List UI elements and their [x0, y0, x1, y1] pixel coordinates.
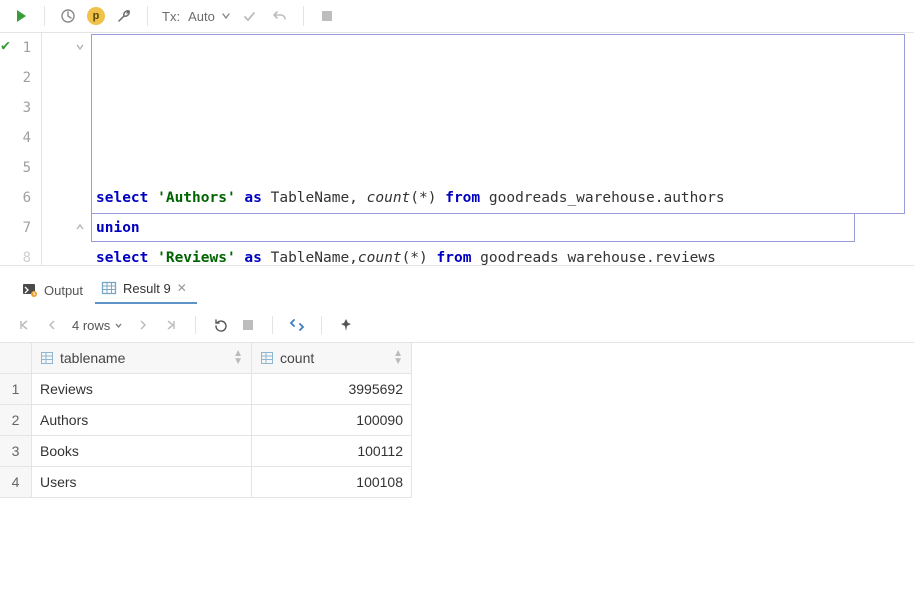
next-page-button[interactable]	[135, 317, 151, 333]
commit-button[interactable]	[239, 5, 261, 27]
row-index[interactable]: 4	[0, 467, 32, 498]
first-page-button[interactable]	[16, 317, 32, 333]
rows-count-dropdown[interactable]: 4 rows	[72, 318, 123, 333]
results-grid[interactable]: tablename ▲▼ count ▲▼ 1Reviews3995692 2Au…	[0, 342, 914, 498]
code-area[interactable]: select 'Authors' as TableName, count(*) …	[90, 33, 914, 265]
sort-icon[interactable]: ▲▼	[393, 350, 403, 366]
sql-console: { "toolbar": { "tx_label": "Tx:", "tx_mo…	[0, 0, 914, 604]
rows-count-label: 4 rows	[72, 318, 110, 333]
statement-ok-icon: ✔	[0, 30, 10, 60]
editor-toolbar: p Tx: Auto	[0, 0, 914, 33]
separator	[147, 6, 148, 26]
column-label: tablename	[60, 350, 125, 366]
prev-page-button[interactable]	[44, 317, 60, 333]
tx-mode-dropdown[interactable]: Tx: Auto	[160, 9, 231, 24]
tx-mode-value: Auto	[186, 9, 217, 24]
grid-icon	[101, 280, 117, 296]
code-line[interactable]: select 'Authors' as TableName, count(*) …	[90, 183, 914, 213]
last-page-button[interactable]	[163, 317, 179, 333]
close-icon[interactable]: ✕	[177, 281, 187, 295]
separator	[272, 316, 273, 334]
stop-button[interactable]	[316, 5, 338, 27]
cell-count[interactable]: 3995692	[252, 374, 412, 405]
row-index[interactable]: 3	[0, 436, 32, 467]
play-icon	[14, 9, 28, 23]
chevron-down-icon	[114, 321, 123, 330]
tx-label: Tx:	[160, 9, 182, 24]
pin-button[interactable]	[338, 317, 354, 333]
tab-output[interactable]: Output	[16, 278, 93, 304]
fold-start-icon[interactable]	[74, 41, 86, 53]
rollback-button[interactable]	[269, 5, 291, 27]
tab-output-label: Output	[44, 283, 83, 298]
tab-result[interactable]: Result 9 ✕	[95, 276, 197, 304]
compare-button[interactable]	[289, 317, 305, 333]
cell-tablename[interactable]: Users	[32, 467, 252, 498]
output-icon	[22, 282, 38, 298]
cell-count[interactable]: 100108	[252, 467, 412, 498]
stop-results-button[interactable]	[240, 317, 256, 333]
settings-button[interactable]	[113, 5, 135, 27]
row-index[interactable]: 2	[0, 405, 32, 436]
sql-editor[interactable]: ✔1 2 3 4 5 6 7 8 select 'Authors' as Tab…	[0, 33, 914, 265]
history-button[interactable]	[57, 5, 79, 27]
code-line[interactable]: select 'Reviews' as TableName,count(*) f…	[90, 243, 914, 265]
cell-tablename[interactable]: Books	[32, 436, 252, 467]
column-header-tablename[interactable]: tablename ▲▼	[32, 343, 252, 374]
reload-button[interactable]	[212, 317, 228, 333]
cell-tablename[interactable]: Authors	[32, 405, 252, 436]
cell-count[interactable]: 100112	[252, 436, 412, 467]
run-button[interactable]	[10, 5, 32, 27]
results-tabs: Output Result 9 ✕	[0, 266, 914, 304]
column-label: count	[280, 350, 314, 366]
separator	[303, 6, 304, 26]
cell-count[interactable]: 100090	[252, 405, 412, 436]
code-line[interactable]: union	[90, 213, 914, 243]
separator	[44, 6, 45, 26]
results-panel: Output Result 9 ✕ 4 rows	[0, 265, 914, 604]
column-header-count[interactable]: count ▲▼	[252, 343, 412, 374]
fold-end-icon[interactable]	[74, 221, 86, 233]
fold-gutter	[42, 33, 90, 265]
stop-icon	[321, 10, 333, 22]
chevron-down-icon	[221, 11, 231, 21]
datasource-badge[interactable]: p	[87, 7, 105, 25]
sort-icon[interactable]: ▲▼	[233, 350, 243, 366]
separator	[321, 316, 322, 334]
column-icon	[260, 351, 274, 365]
check-icon	[242, 9, 257, 24]
tab-result-label: Result 9	[123, 281, 171, 296]
separator	[195, 316, 196, 334]
wrench-icon	[116, 8, 132, 24]
undo-icon	[272, 9, 287, 24]
results-toolbar: 4 rows	[0, 310, 914, 342]
row-index[interactable]: 1	[0, 374, 32, 405]
history-icon	[60, 8, 76, 24]
cell-tablename[interactable]: Reviews	[32, 374, 252, 405]
row-header-corner	[0, 343, 32, 374]
line-gutter: ✔1 2 3 4 5 6 7 8	[0, 33, 42, 265]
column-icon	[40, 351, 54, 365]
